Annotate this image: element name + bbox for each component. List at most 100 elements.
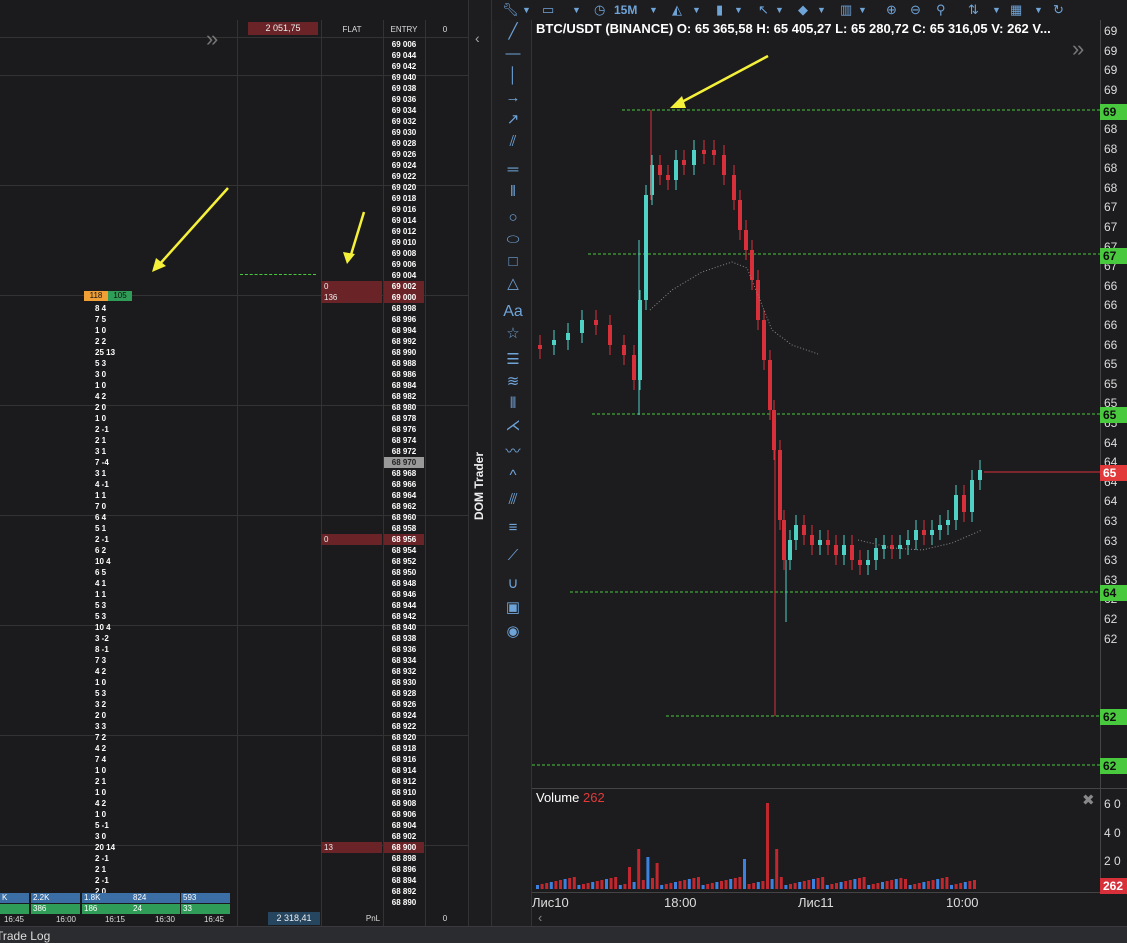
rectangle-icon[interactable]: □: [502, 252, 524, 272]
volume-bar: [563, 879, 567, 889]
volume-bar: [623, 884, 627, 889]
volume-bar: [798, 882, 802, 889]
scroll-left-icon[interactable]: ‹: [538, 910, 542, 925]
triangle-icon[interactable]: △: [502, 274, 524, 294]
magnet-icon[interactable]: ∪: [502, 574, 524, 594]
volume-axis-label: 6 0: [1104, 797, 1121, 811]
eye-icon[interactable]: ◉: [502, 622, 524, 642]
hist-bar-delta: [0, 904, 29, 914]
axis-tick-label: 68: [1104, 122, 1118, 136]
candle-body: [954, 495, 958, 520]
volume-badge: 262: [1100, 878, 1127, 894]
candle-body: [782, 520, 786, 560]
volume-bar: [678, 881, 682, 889]
vertical-line-icon[interactable]: │: [502, 66, 524, 86]
collapse-icon[interactable]: ‹: [475, 30, 480, 46]
volume-bar: [775, 849, 779, 889]
volume-bar: [628, 867, 631, 889]
candle-body: [644, 195, 648, 300]
volume-bar: [789, 884, 792, 889]
candle-body: [632, 355, 636, 380]
chart-area[interactable]: 🔧︎ ▼ ▭ ▼ ◷ 15M ▼ ◭ ▼ ▮ ▼ ↖ ▼ ◆ ▼ ▥ ▼ ⊕ ⊖…: [492, 0, 1127, 926]
align-icon[interactable]: ≡: [502, 518, 524, 538]
circle-icon[interactable]: ○: [502, 208, 524, 228]
volume-bar: [637, 849, 641, 889]
ruler-icon[interactable]: ⟋: [502, 546, 524, 566]
axis-tick-label: 66: [1104, 337, 1118, 352]
volume-bar: [554, 881, 558, 889]
axis-tick-label: 68: [1104, 161, 1118, 176]
annotation-arrows: [152, 187, 366, 272]
star-icon[interactable]: ☆: [502, 324, 524, 344]
volume-bar: [871, 884, 875, 889]
hist-bar-total: 1.8K: [82, 893, 131, 903]
volume-bar: [812, 879, 815, 889]
candle-body: [566, 333, 570, 340]
arrow-diagonal-icon[interactable]: ↗: [502, 110, 524, 130]
candle-body: [834, 545, 838, 555]
candle-body: [712, 150, 716, 155]
volume-bar: [568, 878, 572, 889]
dom-trader-tab[interactable]: ‹ DOM Trader: [468, 0, 492, 926]
close-icon[interactable]: ✖: [1082, 791, 1095, 809]
axis-tick-label: 66: [1104, 318, 1118, 332]
hist-bar-total: 593: [181, 893, 230, 903]
volume-bar: [908, 885, 912, 889]
fan-icon[interactable]: ⋌: [502, 416, 524, 436]
candle-body: [866, 560, 870, 565]
xaxis: Лис10 18:00 Лис11 10:00: [532, 892, 1102, 910]
bottom-bar: Trade Log: [0, 926, 1127, 943]
arrow-right-icon[interactable]: →: [502, 88, 524, 108]
volume-bar: [973, 880, 976, 889]
volume-bar: [835, 883, 838, 889]
text-tool-icon[interactable]: Aa: [502, 302, 524, 322]
volume-bar: [844, 881, 848, 889]
volume-bar: [904, 879, 907, 889]
parallel-lines-icon[interactable]: ⫽: [502, 132, 524, 152]
price-badge: 62: [1100, 758, 1127, 774]
time-label: 16:00: [55, 915, 77, 924]
volume-bar: [931, 880, 935, 889]
volume-bar: [549, 882, 553, 889]
volume-bar: [802, 881, 806, 889]
vertical-double-icon[interactable]: ‖: [502, 182, 524, 202]
candle-body: [538, 345, 542, 349]
fib-time-icon[interactable]: ⦀: [502, 394, 524, 414]
horizontal-double-icon[interactable]: ═: [502, 160, 524, 180]
axis-tick-label: 68: [1104, 141, 1118, 156]
volume-bar: [641, 880, 645, 889]
vwap-line: [649, 261, 819, 355]
hist-bar-delta: 386: [31, 904, 80, 914]
chevron-down-icon[interactable]: ▼: [522, 0, 531, 20]
hist-bar-delta: 186: [82, 904, 131, 914]
volume-bar: [540, 884, 544, 889]
candle-body: [682, 160, 686, 165]
volume-bar: [885, 881, 889, 889]
volume-bar: [669, 883, 673, 889]
path-icon[interactable]: ^: [502, 466, 524, 486]
volume-bar: [545, 883, 549, 889]
fib-extension-icon[interactable]: ≋: [502, 372, 524, 392]
hist-bar-delta: 33: [181, 904, 230, 914]
line-tool-icon[interactable]: ╱: [502, 22, 524, 42]
axis-tick-label: 62: [1104, 631, 1118, 646]
vwap-line: [857, 529, 983, 551]
volume-bar: [839, 882, 843, 889]
volume-bar: [683, 880, 687, 889]
volume-bar: [687, 879, 691, 889]
polyline-icon[interactable]: 〰: [502, 442, 524, 462]
fibonacci-icon[interactable]: ☰: [502, 350, 524, 370]
volume-bar: [807, 880, 811, 889]
axis-tick-label: 62: [1104, 612, 1118, 626]
volume-title: Volume 262: [536, 790, 605, 805]
channel-icon[interactable]: ⫻: [502, 490, 524, 510]
wrench-icon[interactable]: 🔧︎: [502, 0, 519, 20]
candle-body: [970, 480, 974, 512]
candle-body: [732, 175, 736, 200]
ellipse-icon[interactable]: ⬭: [502, 230, 524, 250]
trade-log-tab[interactable]: Trade Log: [0, 929, 50, 943]
horizontal-ray-icon[interactable]: —: [502, 44, 524, 64]
candle-body: [794, 525, 798, 540]
volume-bar: [950, 885, 953, 889]
lock-icon[interactable]: ▣: [502, 598, 524, 618]
